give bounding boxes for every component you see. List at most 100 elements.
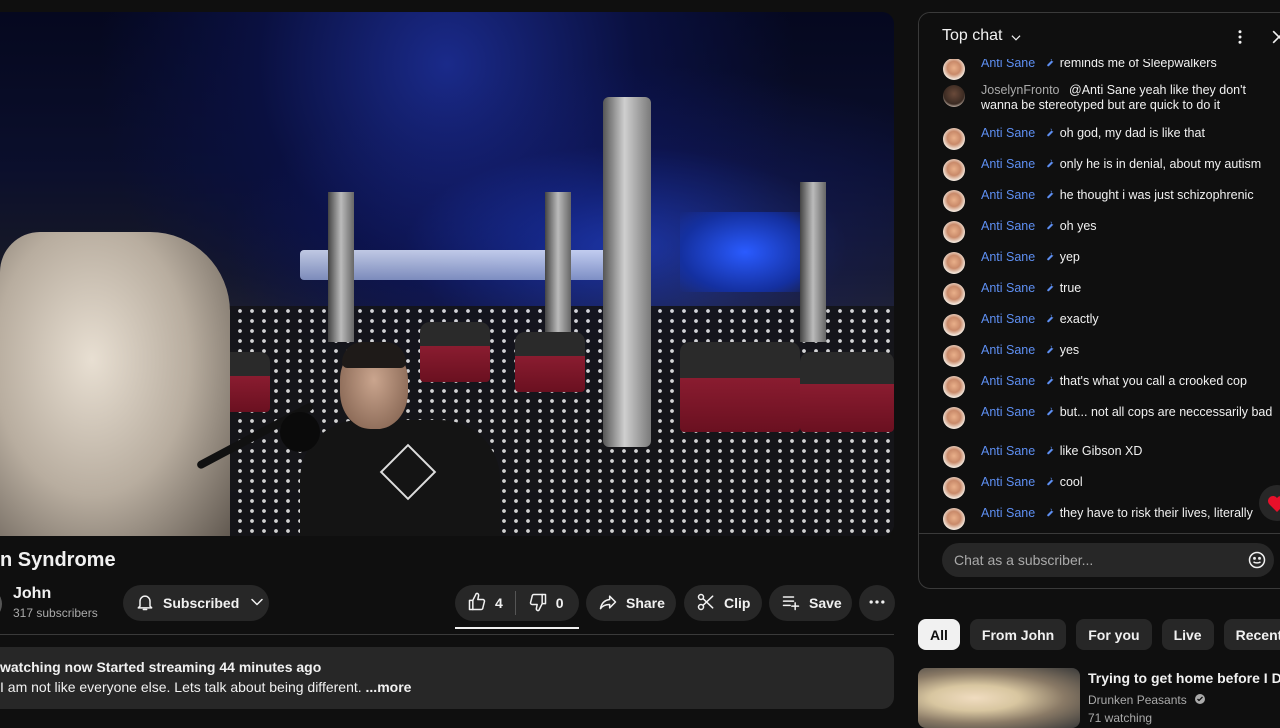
chat-author[interactable]: Anti Sane [981,506,1035,520]
avatar[interactable] [943,446,965,468]
video-frame-detail [680,342,800,432]
clip-button[interactable]: Clip [684,585,762,621]
chat-text: oh god, my dad is like that [1059,126,1205,140]
video-title: n Syndrome [0,549,116,571]
chat-author[interactable]: Anti Sane [981,405,1035,419]
chat-author[interactable]: JoselynFronto [981,83,1060,97]
chip-all[interactable]: All [918,619,960,650]
chat-author[interactable]: Anti Sane [981,157,1035,171]
chip-live[interactable]: Live [1161,619,1214,650]
chat-author[interactable]: Anti Sane [981,343,1035,357]
share-button[interactable]: Share [586,585,676,621]
video-frame-detail [515,332,585,392]
wrench-icon [1047,508,1054,517]
chat-text: they have to risk their lives, literally [1059,506,1253,520]
recommended-watching: 71 watching [1088,711,1153,725]
chat-author[interactable]: Anti Sane [981,219,1035,233]
video-frame-detail [545,192,571,342]
more-horizontal-icon [867,592,887,615]
chat-mode-dropdown[interactable]: Top chat [942,27,1002,45]
thumbs-down-icon [528,592,548,615]
video-frame-detail [328,192,354,342]
chat-author[interactable]: Anti Sane [981,126,1035,140]
wrench-icon [1047,376,1054,385]
chat-input[interactable]: Chat as a subscriber... [942,543,1274,577]
video-frame-detail [800,352,894,432]
emoji-icon[interactable] [1247,550,1267,570]
close-icon[interactable] [1269,27,1280,47]
chat-author[interactable]: Anti Sane [981,312,1035,326]
chat-author[interactable]: Anti Sane [981,444,1035,458]
show-more-link[interactable]: ...more [366,679,412,695]
subscriber-count: 317 subscribers [13,606,98,620]
more-vertical-icon[interactable] [1231,27,1249,47]
chevron-down-icon[interactable] [1009,31,1021,43]
chat-messages: Anti Sane reminds me of Sleepwalkers Jos… [919,53,1280,533]
chevron-down-icon [247,592,267,615]
chat-input-placeholder: Chat as a subscriber... [954,552,1094,568]
chat-text: cool [1059,475,1083,489]
divider [919,533,1280,534]
recommended-channel[interactable]: Drunken Peasants [1088,693,1206,707]
description-body: I am not like everyone else. Lets talk a… [0,679,366,695]
chip-from-john[interactable]: From John [969,619,1067,650]
live-chat-panel: Top chat Anti Sane reminds me of Sleepwa… [918,12,1280,589]
avatar[interactable] [943,221,965,243]
microphone [280,412,320,452]
subscribed-button[interactable]: Subscribed [123,585,269,621]
chat-text: only he is in denial, about my autism [1059,157,1262,171]
like-button[interactable]: 4 [467,592,503,615]
avatar[interactable] [943,508,965,530]
avatar[interactable] [943,252,965,274]
save-button[interactable]: Save [769,585,852,621]
avatar[interactable] [943,407,965,429]
video-frame-detail [0,232,230,536]
avatar[interactable] [943,314,965,336]
channel-avatar[interactable] [0,588,2,620]
chip-recently[interactable]: Recently [1223,619,1280,650]
chip-for-you[interactable]: For you [1076,619,1152,650]
save-label: Save [809,595,842,611]
avatar[interactable] [943,376,965,398]
avatar[interactable] [943,159,965,181]
clip-label: Clip [724,595,751,611]
chat-author[interactable]: Anti Sane [981,475,1035,489]
recommended-title[interactable]: Trying to get home before I DIE! [1088,670,1280,686]
description-box[interactable]: watching now Started streaming 44 minute… [0,647,894,709]
avatar[interactable] [943,283,965,305]
like-dislike-group: 4 0 [455,585,579,621]
wrench-icon [1047,190,1054,199]
wrench-icon [1047,446,1054,455]
chat-author[interactable]: Anti Sane [981,281,1035,295]
video-player[interactable] [0,12,894,536]
avatar[interactable] [943,85,965,107]
share-label: Share [626,595,665,611]
scissors-icon [696,592,716,615]
chat-author[interactable]: Anti Sane [981,188,1035,202]
chat-author[interactable]: Anti Sane [981,250,1035,264]
description-text: I am not like everyone else. Lets talk a… [0,679,411,695]
chat-author[interactable]: Anti Sane [981,374,1035,388]
streamer [300,342,500,536]
dislike-button[interactable]: 0 [528,592,564,615]
more-actions-button[interactable] [859,585,895,621]
thumbs-up-icon [467,592,487,615]
avatar[interactable] [943,128,965,150]
avatar[interactable] [943,58,965,80]
video-thumbnail[interactable] [918,668,1080,728]
channel-name[interactable]: John [13,585,51,603]
share-icon [598,592,618,615]
heart-icon [1268,496,1280,512]
chat-text: true [1059,281,1082,295]
video-frame-detail [680,212,810,292]
wrench-icon [1047,407,1054,416]
avatar[interactable] [943,477,965,499]
bell-icon [135,592,155,615]
divider [0,634,894,635]
avatar[interactable] [943,190,965,212]
like-count: 4 [495,595,503,611]
avatar[interactable] [943,345,965,367]
verified-icon [1195,694,1206,704]
wrench-icon [1047,477,1054,486]
chat-text: yep [1059,250,1080,264]
